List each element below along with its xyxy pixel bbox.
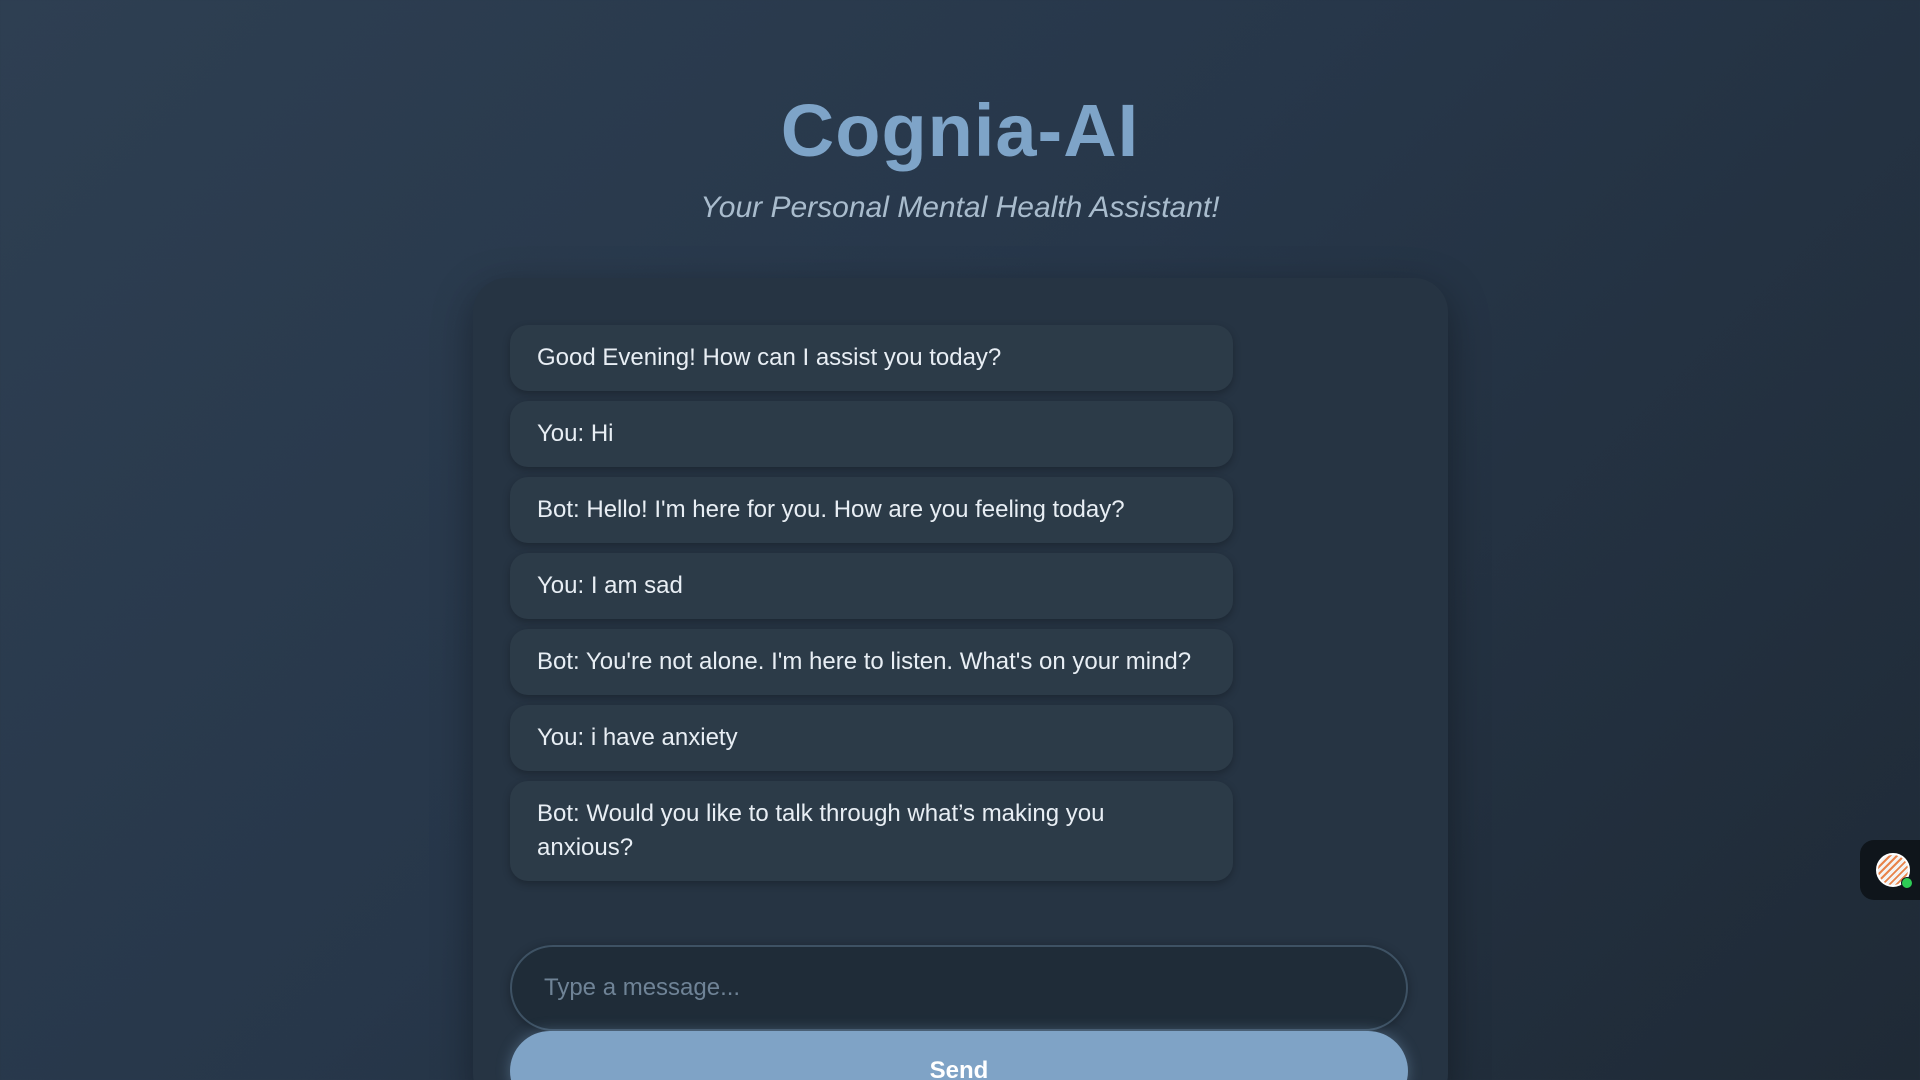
online-status-icon [1901, 877, 1913, 889]
chat-message-user: You: I am sad [510, 553, 1233, 619]
floating-assistant-widget[interactable] [1860, 840, 1920, 900]
composer: Send [510, 945, 1408, 1080]
chat-container: Good Evening! How can I assist you today… [473, 278, 1448, 1080]
message-input[interactable] [510, 945, 1408, 1031]
app-subtitle: Your Personal Mental Health Assistant! [700, 191, 1220, 224]
chat-message-bot: Bot: You're not alone. I'm here to liste… [510, 629, 1233, 695]
chat-message-bot: Bot: Hello! I'm here for you. How are yo… [510, 477, 1233, 543]
chat-message-bot: Bot: Would you like to talk through what… [510, 781, 1233, 881]
chat-message-bot-greeting: Good Evening! How can I assist you today… [510, 325, 1233, 391]
chat-message-user: You: Hi [510, 401, 1233, 467]
message-list: Good Evening! How can I assist you today… [510, 325, 1233, 891]
chat-message-user: You: i have anxiety [510, 705, 1233, 771]
send-button[interactable]: Send [510, 1031, 1408, 1080]
page-header: Cognia-AI Your Personal Mental Health As… [0, 80, 1920, 226]
app-title: Cognia-AI [780, 89, 1140, 172]
